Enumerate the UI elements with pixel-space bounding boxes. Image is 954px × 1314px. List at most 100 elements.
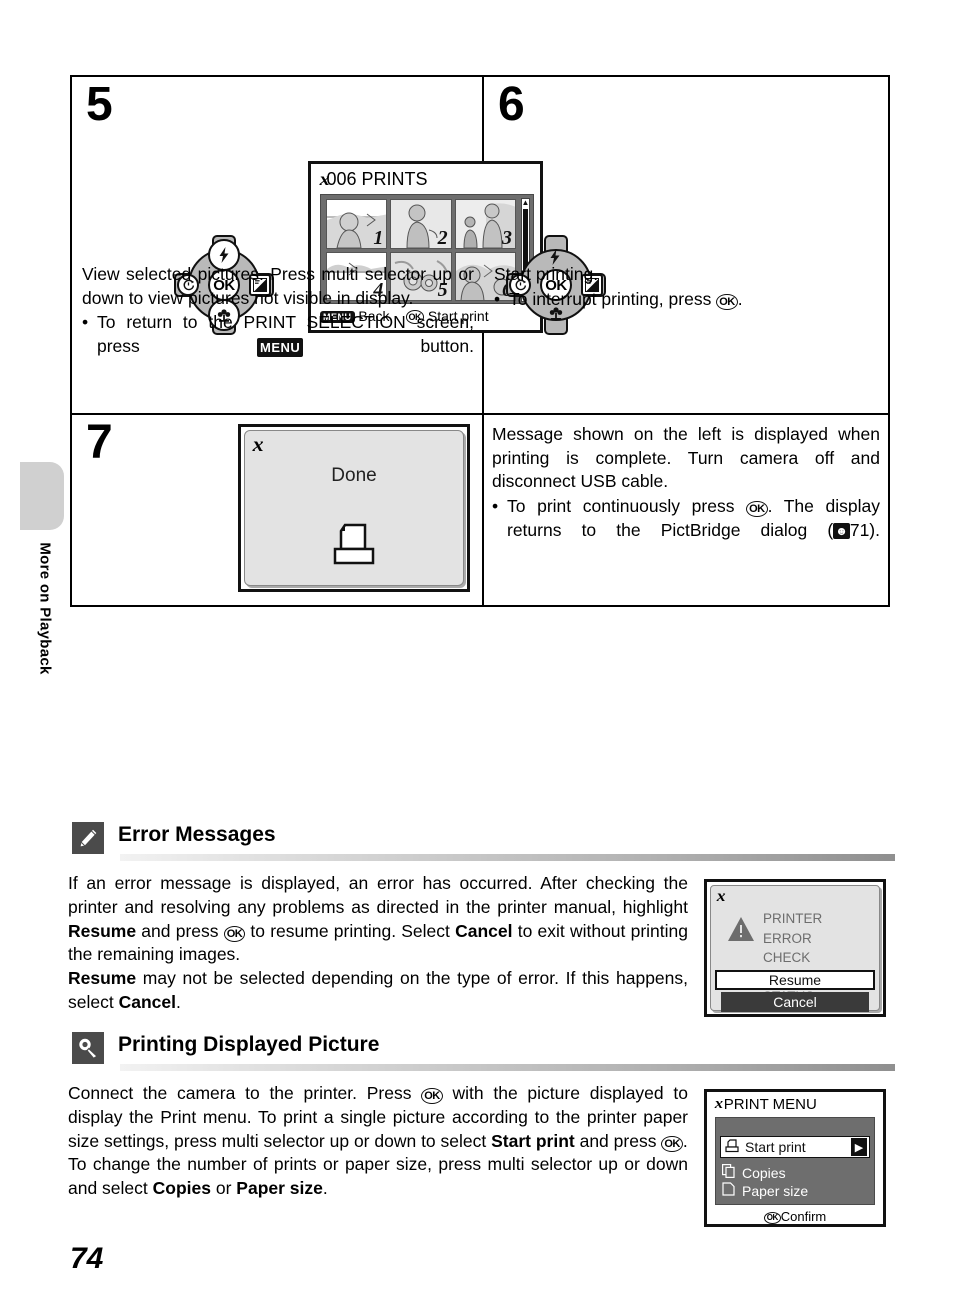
- step-7-body: Message shown on the left is displayed w…: [492, 423, 880, 542]
- page-number: 74: [70, 1242, 104, 1275]
- printer-small-icon: [725, 1138, 739, 1156]
- step-6-lead: Start printing.: [494, 264, 599, 284]
- step-6-body: Start printing. • To interrupt printing,…: [494, 263, 880, 311]
- step-5-body: View selected pictures. Press multi sele…: [82, 263, 474, 359]
- step-5-number: 5: [86, 78, 113, 131]
- step-7-lead: Message shown on the left is displayed w…: [492, 424, 880, 492]
- ok-button-icon: OK: [746, 500, 768, 517]
- printing-displayed-picture-title: Printing Displayed Picture: [118, 1033, 380, 1056]
- printing-displayed-picture-heading: Printing Displayed Picture: [72, 1032, 379, 1064]
- bullet-dot-icon: •: [82, 312, 89, 333]
- printer-error-screen: x PRINTER ERROR CHECK PRINTER STATUS Res…: [704, 879, 886, 1017]
- steps-table: 5 OK x 006 PRINTS 1 2 3 4 5 ▲ MENU Back …: [70, 75, 890, 607]
- step-5-cell: 5 OK x 006 PRINTS 1 2 3 4 5 ▲ MENU Back …: [72, 77, 543, 413]
- error-messages-title: Error Messages: [118, 823, 276, 846]
- err-p1-c: and press: [136, 920, 224, 941]
- pictbridge-logo-icon: x: [319, 169, 330, 189]
- confirm-label: Confirm: [780, 1209, 827, 1224]
- menu-item-paper-size-label: Paper size: [742, 1182, 809, 1199]
- thumbnail-2[interactable]: 2: [390, 199, 452, 249]
- step-7-bullet-lead: To print continuously press: [507, 495, 735, 516]
- ok-button-icon: OK: [716, 293, 738, 310]
- bullet-dot-icon: •: [492, 495, 499, 516]
- pdp-p2: To change the number of prints or paper …: [68, 1153, 688, 1201]
- step-7-bullet-text: To print continuously press OK. The disp…: [507, 495, 880, 542]
- pdp-p1-startprint: Start print: [491, 1130, 575, 1151]
- step-5-bullet-tail: button.: [420, 335, 474, 356]
- printing-displayed-picture-body: Connect the camera to the printer. Press…: [68, 1082, 688, 1201]
- pdp-p2-copies: Copies: [152, 1178, 211, 1199]
- thumbnail-1-number: 1: [373, 226, 384, 249]
- err-p2-d: .: [175, 991, 181, 1012]
- pdp-p1-d: and press: [574, 1130, 662, 1151]
- steps-row-1: 5 OK x 006 PRINTS 1 2 3 4 5 ▲ MENU Back …: [72, 77, 888, 415]
- step-6-bullet: • To interrupt printing, press OK.: [494, 288, 880, 312]
- err-p2-cancel: Cancel: [118, 991, 176, 1012]
- screen5-title-text: 006 PRINTS: [326, 169, 428, 189]
- thumbnail-1[interactable]: 1: [326, 199, 388, 249]
- menu-item-start-print[interactable]: Start print ▶: [720, 1136, 870, 1158]
- error-messages-body: If an error message is displayed, an err…: [68, 872, 688, 1015]
- resume-option[interactable]: Resume: [715, 970, 875, 990]
- err-p2-resume: Resume: [68, 968, 137, 989]
- printer-icon: [245, 523, 463, 572]
- error-line-1: PRINTER ERROR: [763, 911, 823, 946]
- menu-button-icon: MENU: [256, 337, 304, 358]
- pdp-p1: Connect the camera to the printer. Press…: [68, 1082, 688, 1153]
- print-menu-title-row: x PRINT MENU: [715, 1096, 817, 1113]
- pdp-p1-e: .: [682, 1130, 688, 1151]
- err-p1-a: If an error message is displayed, an err…: [68, 873, 688, 917]
- error-messages-heading: Error Messages: [72, 822, 276, 854]
- print-menu-title: PRINT MENU: [723, 1096, 817, 1113]
- step-7-bullet-ref: 71).: [849, 519, 880, 540]
- error-messages-p1: If an error message is displayed, an err…: [68, 872, 688, 967]
- step-7-number: 7: [86, 416, 113, 469]
- side-tab-label: More on Playback: [36, 542, 54, 675]
- chevron-right-icon[interactable]: ▶: [851, 1138, 867, 1156]
- menu-item-paper-size[interactable]: Paper size: [722, 1182, 808, 1199]
- step-7-text-cell: Message shown on the left is displayed w…: [484, 415, 888, 605]
- done-message: Done: [331, 465, 377, 486]
- pictbridge-logo-icon: x: [716, 888, 726, 905]
- pdp-p2-papersize: Paper size: [236, 1178, 323, 1199]
- bullet-dot-icon: •: [494, 288, 501, 309]
- pictbridge-logo-icon: x: [252, 434, 264, 456]
- pdp-p1-a: Connect the camera to the printer. Press: [68, 1083, 422, 1103]
- menu-item-copies[interactable]: Copies: [722, 1164, 786, 1181]
- print-menu-confirm-hint: OK Confirm: [710, 1209, 880, 1224]
- copies-icon: [722, 1164, 735, 1181]
- step-6-bullet-lead: To interrupt printing, press: [509, 288, 712, 309]
- step-6-cell: 6 OK Start printing. • To interrupt prin…: [484, 77, 888, 413]
- cancel-option[interactable]: Cancel: [721, 992, 869, 1012]
- print-menu-inner: x PRINT MENU Start print ▶ Copies Paper …: [710, 1095, 880, 1224]
- ok-button-icon: OK: [661, 1135, 683, 1152]
- print-menu-screen: x PRINT MENU Start print ▶ Copies Paper …: [704, 1089, 886, 1227]
- pictbridge-logo-icon: x: [714, 1096, 723, 1112]
- step-6-bullet-tail: .: [737, 288, 743, 309]
- reference-book-icon: ☻: [833, 522, 850, 539]
- ok-button-icon: OK: [223, 925, 246, 942]
- step-7-bullet: • To print continuously press OK. The di…: [492, 495, 880, 542]
- error-messages-rule: [120, 854, 895, 861]
- thumbnail-2-number: 2: [437, 226, 448, 249]
- magnifier-icon: [72, 1032, 104, 1064]
- ok-button-icon: OK: [421, 1088, 443, 1104]
- step-7-cell: 7 x Done: [72, 415, 484, 605]
- step-5-bullet-text: To return to the PRINT SELECTION screen,…: [97, 311, 474, 358]
- printing-displayed-picture-rule: [120, 1064, 895, 1071]
- pencil-icon: [72, 822, 104, 854]
- error-messages-p2: Resume may not be selected depending on …: [68, 967, 688, 1015]
- screen5-title-row: x 006 PRINTS: [320, 169, 428, 190]
- step-6-bullet-text: To interrupt printing, press OK.: [509, 288, 880, 312]
- print-done-screen: x Done: [238, 424, 470, 592]
- err-p1-cancel: Cancel: [455, 920, 513, 941]
- err-p1-resume: Resume: [68, 920, 137, 941]
- ok-badge-icon: OK: [763, 1212, 781, 1224]
- step-6-number: 6: [498, 78, 525, 131]
- error-screen-inner: x PRINTER ERROR CHECK PRINTER STATUS Res…: [710, 885, 880, 1012]
- err-p1-d: to resume printing. Select: [245, 920, 456, 941]
- menu-item-start-print-label: Start print: [745, 1139, 806, 1155]
- warning-triangle-icon: [727, 916, 755, 947]
- steps-row-2: 7 x Done Message shown on the left is di…: [72, 415, 888, 605]
- menu-item-copies-label: Copies: [742, 1164, 786, 1181]
